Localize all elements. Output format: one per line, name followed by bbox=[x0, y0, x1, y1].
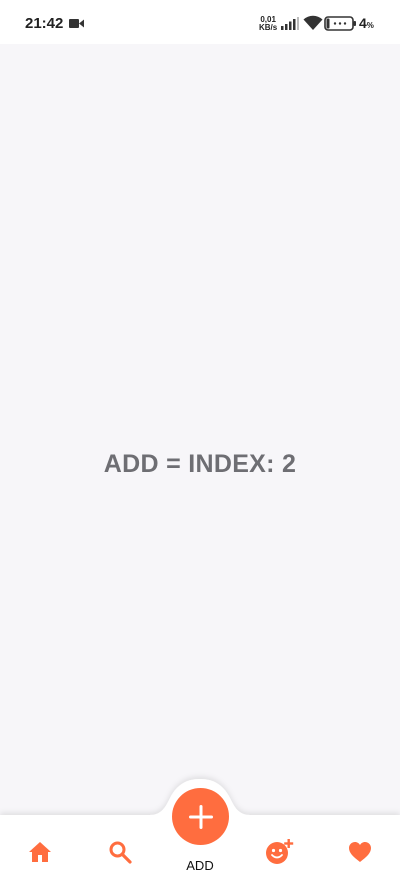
search-icon bbox=[109, 841, 132, 864]
battery-percent-value: 4 bbox=[359, 15, 367, 31]
video-camera-icon bbox=[69, 19, 84, 28]
status-bar: 21:42 0,01 KB/s 4% bbox=[0, 0, 400, 44]
nav-face-button[interactable] bbox=[260, 832, 300, 872]
battery-percent: 4% bbox=[359, 15, 374, 31]
heart-icon bbox=[349, 842, 371, 862]
wifi-icon bbox=[303, 15, 323, 30]
nav-add-button[interactable] bbox=[172, 788, 229, 845]
plus-icon bbox=[188, 804, 213, 829]
nav-favorites-button[interactable] bbox=[340, 832, 380, 872]
network-speed-unit: KB/s bbox=[259, 23, 278, 32]
page-index-text: ADD = INDEX: 2 bbox=[103, 450, 297, 478]
nav-search-button[interactable] bbox=[100, 832, 140, 872]
battery-percent-sign: % bbox=[366, 21, 374, 30]
network-speed: 0,01 KB/s bbox=[259, 16, 277, 32]
bottom-navigation-bar: ADD bbox=[0, 760, 400, 889]
status-time: 21:42 bbox=[25, 15, 64, 32]
nav-add-label: ADD bbox=[186, 858, 214, 873]
nav-home-button[interactable] bbox=[20, 832, 60, 872]
battery-icon bbox=[324, 16, 356, 31]
face-add-icon bbox=[266, 839, 294, 864]
signal-icon bbox=[281, 17, 299, 30]
app-screen: 21:42 0,01 KB/s 4% ADD = INDEX: 2 ADD bbox=[0, 0, 400, 889]
home-icon bbox=[29, 842, 51, 862]
